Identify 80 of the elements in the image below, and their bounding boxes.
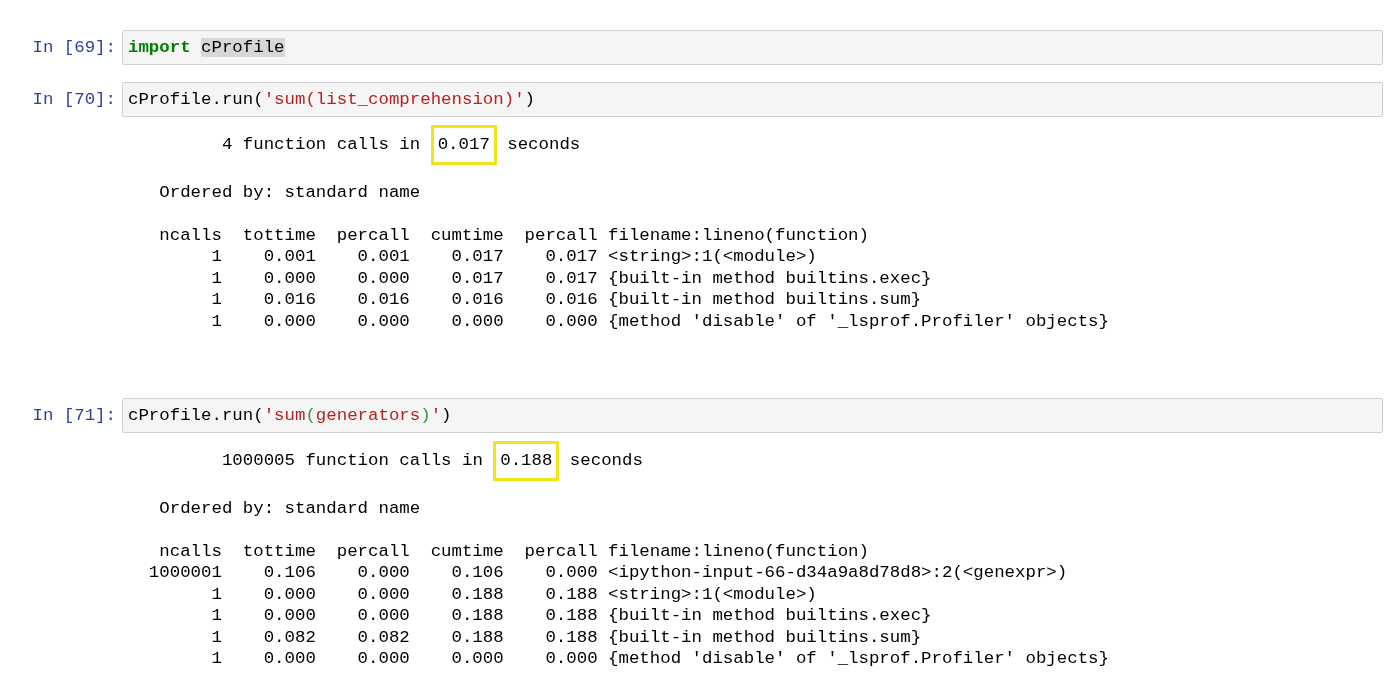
cell-prompt: In [69]: bbox=[31, 37, 117, 59]
table-cell-text: 0.000 bbox=[262, 648, 316, 670]
table-cell-text: 0.000 bbox=[356, 310, 410, 332]
table-cell-text: {built-in method builtins.sum} bbox=[607, 289, 923, 311]
table-cell-text: 0.017 bbox=[544, 267, 598, 289]
table-cell-text: 0.000 bbox=[262, 605, 316, 627]
output-text: seconds bbox=[569, 450, 643, 472]
column-header: filename:lineno(function) bbox=[607, 224, 870, 246]
code-input-cell[interactable]: import cProfile bbox=[122, 30, 1383, 65]
output-text: 4 function calls in bbox=[221, 134, 421, 156]
table-cell-text: 0.188 bbox=[544, 583, 598, 605]
table-cell-text: 0.000 bbox=[356, 605, 410, 627]
output-text: seconds bbox=[507, 134, 581, 156]
table-cell-text: 0.017 bbox=[544, 246, 598, 268]
table-cell-text: 1 bbox=[210, 267, 222, 289]
table-cell-text: 0.000 bbox=[544, 310, 598, 332]
table-cell-text: <string>:1(<module>) bbox=[607, 583, 818, 605]
cell-prompt: In [71]: bbox=[31, 405, 117, 427]
table-cell-text: 0.106 bbox=[450, 562, 504, 584]
output-text: Ordered by: standard name bbox=[158, 498, 422, 520]
table-cell-text: 0.001 bbox=[262, 246, 316, 268]
table-cell-text: 1 bbox=[210, 626, 222, 648]
table-cell-text: 1 bbox=[210, 289, 222, 311]
column-header: percall bbox=[335, 224, 410, 246]
table-cell-text: 0.188 bbox=[450, 605, 504, 627]
column-header: cumtime bbox=[429, 224, 504, 246]
table-cell-text: 0.188 bbox=[450, 583, 504, 605]
table-cell-text: {built-in method builtins.exec} bbox=[607, 605, 933, 627]
column-header: cumtime bbox=[429, 540, 504, 562]
table-cell-text: 0.000 bbox=[262, 310, 316, 332]
table-cell-text: 0.000 bbox=[544, 648, 598, 670]
table-cell-text: 0.188 bbox=[544, 626, 598, 648]
highlighted-time: 0.188 bbox=[493, 441, 560, 481]
table-cell-text: 0.001 bbox=[356, 246, 410, 268]
table-cell-text: 0.188 bbox=[450, 626, 504, 648]
table-cell-text: 0.000 bbox=[262, 267, 316, 289]
code-input-cell[interactable]: cProfile.run('sum(generators)') bbox=[122, 398, 1383, 433]
table-cell-text: {method 'disable' of '_lsprof.Profiler' objects} bbox=[607, 648, 1110, 670]
table-cell-text: 0.082 bbox=[262, 626, 316, 648]
table-cell-text: 1 bbox=[210, 246, 222, 268]
table-cell-text: <string>:1(<module>) bbox=[607, 246, 818, 268]
column-header: filename:lineno(function) bbox=[607, 540, 870, 562]
table-cell-text: 0.000 bbox=[356, 267, 410, 289]
table-cell-text: 0.188 bbox=[544, 605, 598, 627]
column-header: percall bbox=[523, 224, 598, 246]
table-cell-text: 0.000 bbox=[450, 648, 504, 670]
table-cell-text: {built-in method builtins.exec} bbox=[607, 267, 933, 289]
table-cell-text: 0.000 bbox=[450, 310, 504, 332]
column-header: percall bbox=[523, 540, 598, 562]
table-cell-text: 0.017 bbox=[450, 267, 504, 289]
table-cell-text: 1 bbox=[210, 605, 222, 627]
table-cell-text: 0.016 bbox=[356, 289, 410, 311]
table-cell-text: 1 bbox=[210, 648, 222, 670]
column-header: ncalls bbox=[158, 540, 222, 562]
table-cell-text: 0.106 bbox=[262, 562, 316, 584]
table-cell-text: 0.000 bbox=[356, 562, 410, 584]
code-input-cell[interactable]: cProfile.run('sum(list_comprehension)') bbox=[122, 82, 1383, 117]
table-cell-text: 0.000 bbox=[544, 562, 598, 584]
cell-prompt: In [70]: bbox=[31, 89, 117, 111]
output-text: Ordered by: standard name bbox=[158, 182, 422, 204]
column-header: tottime bbox=[241, 540, 316, 562]
table-cell-text: 0.000 bbox=[262, 583, 316, 605]
output-text: 1000005 function calls in bbox=[221, 450, 483, 472]
highlighted-time: 0.017 bbox=[430, 125, 497, 165]
table-cell-text: 0.000 bbox=[356, 648, 410, 670]
table-cell-text: 0.016 bbox=[450, 289, 504, 311]
table-cell-text: <ipython-input-66-d34a9a8d78d8>:2(<genexpr>) bbox=[607, 562, 1069, 584]
table-cell-text: 1 bbox=[210, 583, 222, 605]
table-cell-text: 1 bbox=[210, 310, 222, 332]
table-cell-text: 0.016 bbox=[544, 289, 598, 311]
table-cell-text: {method 'disable' of '_lsprof.Profiler' objects} bbox=[607, 310, 1110, 332]
table-cell-text: 0.016 bbox=[262, 289, 316, 311]
table-cell-text: 1000001 bbox=[147, 562, 222, 584]
column-header: ncalls bbox=[158, 224, 222, 246]
column-header: tottime bbox=[241, 224, 316, 246]
table-cell-text: 0.000 bbox=[356, 583, 410, 605]
table-cell-text: 0.017 bbox=[450, 246, 504, 268]
table-cell-text: {built-in method builtins.sum} bbox=[607, 626, 923, 648]
table-cell-text: 0.082 bbox=[356, 626, 410, 648]
column-header: percall bbox=[335, 540, 410, 562]
